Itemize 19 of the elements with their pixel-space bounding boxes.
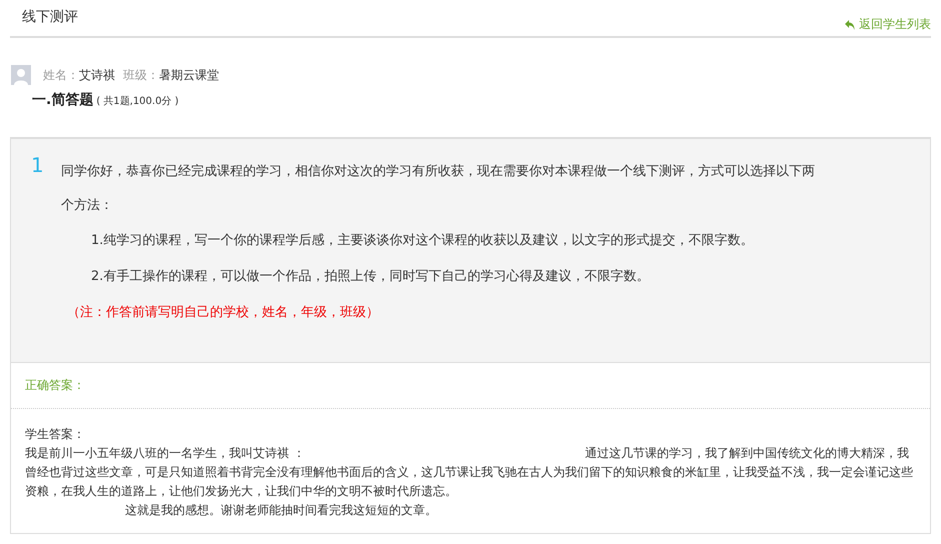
- question-text: 同学你好，恭喜你已经完成课程的学习，相信你对这次的学习有所收获，现在需要你对本课程做一个线下测评，方式可以选择以下两个方法：: [61, 163, 816, 215]
- answer-text: 我是前川一小五年级八班的一名学生，我叫艾诗祺 ： 通过这几节课的学习，我了解到中国传统文化的博大精深，我曾经也背过这些文章，可是只知道照着书背完全没有理解他书面后的含义，这几节课让我飞驰在古人为我们留下的知识粮食的米缸里，让我受益不浅，我一定会谨记这些资粮，在我人生的道路上，让他们发扬光大，让我们中华的文明不被时代所遗忘。: [25, 445, 914, 500]
- back-arrow-icon: [844, 18, 856, 30]
- page-title: 线下测评: [22, 8, 78, 26]
- student-name: 艾诗祺: [79, 66, 115, 84]
- answer-closing: 这就是我的感想。谢谢老师能抽时间看完我这短短的文章。: [125, 503, 437, 517]
- section-note: ( 共1题,100.0分 ): [96, 94, 179, 108]
- option-text: 1.纯学习的课程，写一个你的课程学后感，主要谈谈你对这个课程的收获以及建议，以文字的形式提交，不限字数。: [91, 232, 754, 250]
- class-label: 班级：: [123, 66, 159, 84]
- class-name: 暑期云课堂: [159, 66, 219, 84]
- correct-answer-label: 正确答案：: [25, 378, 85, 392]
- question-number: 1: [31, 153, 45, 179]
- option-text: 2.有手工操作的课程，可以做一个作品，拍照上传，同时写下自己的学习心得及建议，不限字数。: [91, 268, 650, 286]
- name-label: 姓名：: [43, 66, 79, 84]
- section-title: 一.简答题: [32, 91, 94, 109]
- avatar-icon: [11, 65, 31, 85]
- question-note: （注：作答前请写明自己的学校，姓名，年级，班级）: [67, 304, 380, 322]
- student-answer-label: 学生答案：: [25, 427, 85, 441]
- back-link[interactable]: 返回学生列表: [844, 16, 931, 33]
